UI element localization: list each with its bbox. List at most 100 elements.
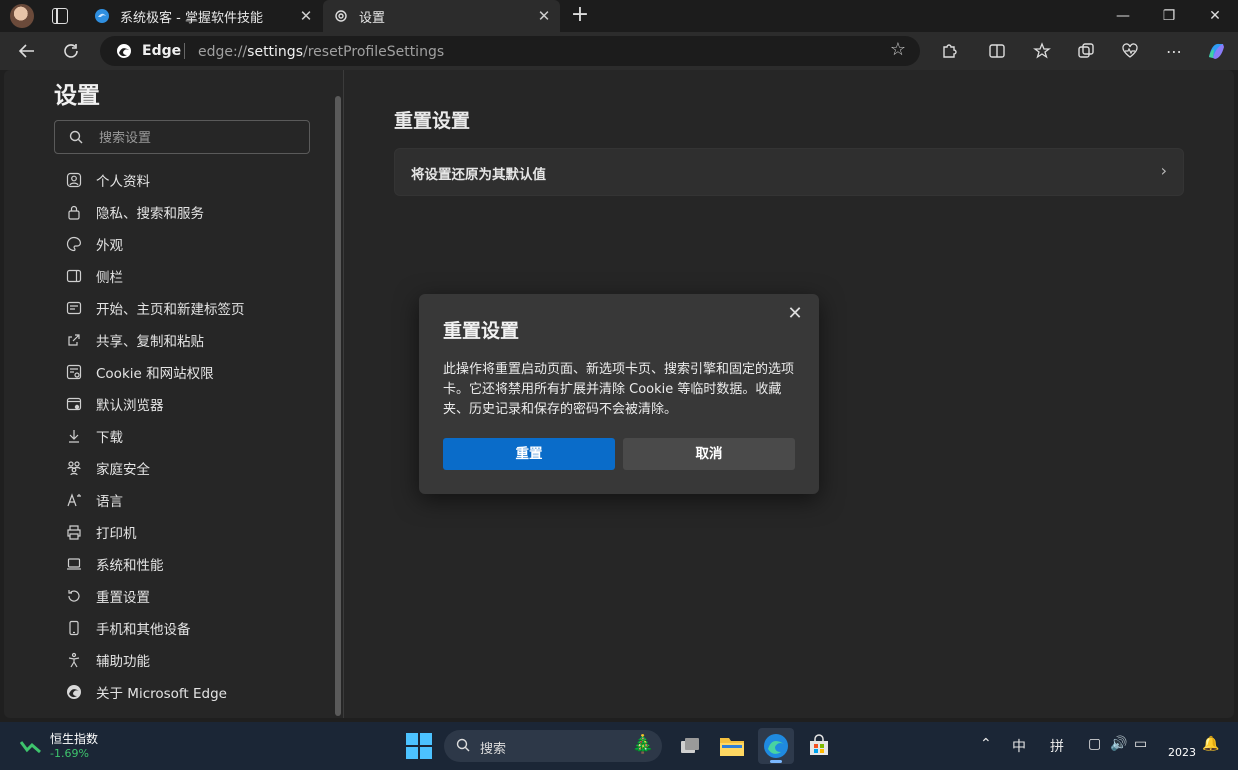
- split-screen-button[interactable]: [982, 36, 1012, 66]
- favorites-button[interactable]: [1027, 36, 1057, 66]
- notification-bell-icon[interactable]: 🔔: [1202, 736, 1219, 752]
- restore-defaults-row[interactable]: 将设置还原为其默认值 ›: [394, 148, 1184, 196]
- sidebar-scrollbar[interactable]: [335, 96, 341, 716]
- cancel-button[interactable]: 取消: [623, 438, 795, 470]
- minimize-button[interactable]: —: [1100, 0, 1146, 32]
- sidebar-item-about[interactable]: 关于 Microsoft Edge: [66, 676, 326, 708]
- url-prefix: edge://: [198, 44, 248, 60]
- url-text[interactable]: edge://settings/resetProfileSettings: [198, 44, 444, 60]
- settings-sidebar: 设置 个人资料 隐私、搜索和服务 外观 侧栏: [4, 70, 344, 718]
- store-icon: [810, 734, 828, 755]
- sidebar-item-label: 语言: [96, 494, 123, 510]
- edge-taskbar-button[interactable]: [758, 728, 794, 764]
- reset-settings-dialog: 重置设置 ✕ 此操作将重置启动页面、新选项卡页、搜索引擎和固定的选项卡。它还将禁…: [419, 294, 819, 494]
- sidebar-item-family[interactable]: 家庭安全: [66, 452, 326, 484]
- sidebar-item-label: 关于 Microsoft Edge: [96, 686, 227, 702]
- search-icon: [456, 738, 470, 752]
- volume-icon[interactable]: 🔊: [1110, 736, 1127, 752]
- share-icon: [68, 334, 80, 346]
- sidebar-item-cookies[interactable]: Cookie 和网站权限: [66, 356, 326, 388]
- ellipsis-icon: ⋯: [1166, 41, 1182, 61]
- sidebar-item-appearance[interactable]: 外观: [66, 228, 326, 260]
- address-bar[interactable]: Edge edge://settings/resetProfileSetting…: [100, 36, 920, 66]
- sidebar-item-sidebar[interactable]: 侧栏: [66, 260, 326, 292]
- sidebar-item-privacy[interactable]: 隐私、搜索和服务: [66, 196, 326, 228]
- back-button[interactable]: [12, 36, 42, 66]
- sidebar-item-phone[interactable]: 手机和其他设备: [66, 612, 326, 644]
- battery-icon[interactable]: ▭: [1134, 736, 1147, 752]
- stock-name: 恒生指数: [50, 732, 99, 746]
- sidebar-item-default-browser[interactable]: 默认浏览器: [66, 388, 326, 420]
- sidebar-item-reset[interactable]: 重置设置: [66, 580, 326, 612]
- close-window-button[interactable]: ✕: [1192, 0, 1238, 32]
- profile-avatar[interactable]: [10, 4, 34, 28]
- url-host: settings: [247, 44, 303, 60]
- favorite-star-icon[interactable]: ☆: [890, 39, 906, 60]
- taskbar-search[interactable]: 搜索 🎄: [444, 730, 662, 762]
- ime-mode[interactable]: 中: [1012, 736, 1026, 756]
- sidebar-item-languages[interactable]: 语言: [66, 484, 326, 516]
- sidebar-item-share[interactable]: 共享、复制和粘贴: [66, 324, 326, 356]
- windows-logo-icon: [420, 747, 432, 759]
- sidebar-item-label: 隐私、搜索和服务: [96, 206, 204, 222]
- sidebar-item-printers[interactable]: 打印机: [66, 516, 326, 548]
- network-icon[interactable]: ▢: [1088, 736, 1101, 752]
- refresh-button[interactable]: [56, 36, 86, 66]
- start-button[interactable]: [406, 733, 432, 759]
- browser-essentials-button[interactable]: [1115, 36, 1145, 66]
- settings-title: 设置: [54, 83, 100, 109]
- profile-icon: [66, 172, 82, 188]
- edge-icon: [67, 685, 81, 699]
- file-explorer-button[interactable]: [714, 728, 750, 764]
- tab-close-icon[interactable]: ✕: [296, 7, 316, 25]
- copilot-button[interactable]: [1201, 36, 1231, 66]
- sidebar-item-label: 侧栏: [96, 270, 123, 286]
- collections-icon: [1078, 43, 1094, 58]
- ime-type[interactable]: 拼: [1050, 736, 1064, 756]
- reset-button[interactable]: 重置: [443, 438, 615, 470]
- settings-search[interactable]: [54, 120, 310, 154]
- puzzle-icon: [943, 44, 957, 58]
- sidebar-item-profiles[interactable]: 个人资料: [66, 164, 326, 196]
- sidebar-item-downloads[interactable]: 下载: [66, 420, 326, 452]
- chevron-right-icon: ›: [1160, 161, 1167, 180]
- dialog-message: 此操作将重置启动页面、新选项卡页、搜索引擎和固定的选项卡。它还将禁用所有扩展并清…: [443, 362, 795, 417]
- back-arrow-icon: [18, 44, 34, 58]
- tab-title: 系统极客 - 掌握软件技能: [120, 10, 263, 26]
- store-button[interactable]: [801, 728, 837, 764]
- reset-icon: [68, 590, 80, 602]
- tab-actions-icon[interactable]: [52, 8, 68, 24]
- new-tab-button[interactable]: +: [568, 4, 592, 28]
- extensions-button[interactable]: [934, 36, 964, 66]
- clock-text[interactable]: 2023: [1168, 746, 1196, 759]
- taskbar-search-label: 搜索: [480, 742, 507, 757]
- search-input[interactable]: [99, 127, 299, 149]
- chevron-up-icon[interactable]: ⌃: [980, 736, 992, 752]
- settings-nav: 个人资料 隐私、搜索和服务 外观 侧栏 开始、主页和新建标签页 共享、复制和粘贴: [66, 164, 326, 708]
- maximize-button[interactable]: ❐: [1146, 0, 1192, 32]
- edge-favicon-icon: [95, 9, 109, 23]
- cookie-icon: [66, 364, 82, 380]
- more-menu-button[interactable]: ⋯: [1159, 36, 1189, 66]
- sidebar-item-label: 系统和性能: [96, 558, 164, 574]
- close-icon[interactable]: ✕: [783, 302, 807, 326]
- sidebar-icon: [66, 269, 82, 283]
- sidebar-item-label: 下载: [96, 430, 123, 446]
- sidebar-item-start-home[interactable]: 开始、主页和新建标签页: [66, 292, 326, 324]
- task-view-icon: [681, 738, 699, 753]
- tab-settings[interactable]: 设置 ✕: [323, 0, 560, 32]
- collections-button[interactable]: [1071, 36, 1101, 66]
- taskbar: 恒生指数 -1.69% 搜索 🎄 ⌃ 中 拼 ▢ 🔊 ▭ 2023 🔔: [0, 722, 1238, 770]
- favorites-icon: [1033, 42, 1051, 59]
- task-view-button[interactable]: [672, 728, 708, 764]
- tab-close-icon[interactable]: ✕: [534, 7, 554, 25]
- windows-logo-icon: [420, 733, 432, 745]
- download-icon: [69, 430, 79, 443]
- sidebar-item-accessibility[interactable]: 辅助功能: [66, 644, 326, 676]
- split-screen-icon: [989, 44, 1005, 58]
- tab-site[interactable]: 系统极客 - 掌握软件技能 ✕: [84, 0, 322, 32]
- address-divider: [184, 43, 185, 59]
- sidebar-item-system[interactable]: 系统和性能: [66, 548, 326, 580]
- sidebar-item-label: 重置设置: [96, 590, 150, 606]
- phone-icon: [69, 620, 79, 636]
